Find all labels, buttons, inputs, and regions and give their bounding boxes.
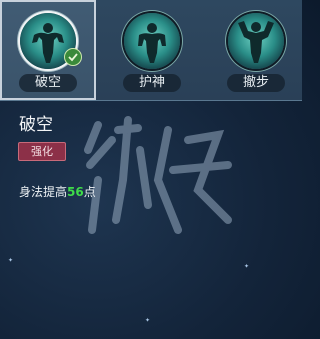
tab-pokong[interactable]: 破空 (0, 0, 96, 100)
muscle-figure-icon (228, 13, 284, 69)
equipped-check-icon (64, 48, 82, 66)
star-sparkle-icon: ✦ (244, 263, 250, 270)
tab-chebu[interactable]: 撤步 (208, 0, 304, 100)
skill-title: 破空 (19, 115, 53, 135)
desc-suffix: 点 (83, 185, 96, 199)
desc-value: 56 (67, 185, 84, 199)
muscle-figure-icon (124, 13, 180, 69)
tab-hushen[interactable]: 护神 (104, 0, 200, 100)
tab-label: 撤步 (227, 74, 285, 92)
star-sparkle-icon: ✦ (8, 257, 14, 264)
tab-label: 护神 (123, 74, 181, 92)
tab-label: 破空 (19, 74, 77, 92)
desc-prefix: 身法提高 (19, 185, 68, 199)
skill-description: 身法提高56点 (19, 184, 96, 200)
enhance-badge: 强化 (18, 142, 66, 161)
star-sparkle-icon: ✦ (145, 317, 151, 324)
tab-bar-divider (0, 100, 302, 101)
watermark-logo (84, 116, 232, 234)
